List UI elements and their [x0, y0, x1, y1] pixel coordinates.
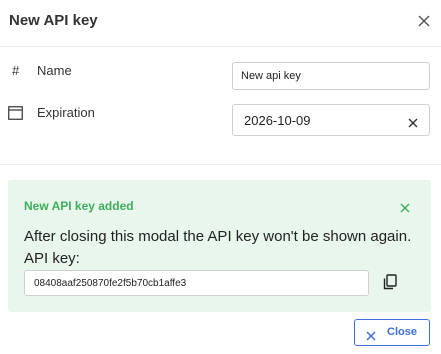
close-icon[interactable]: [417, 14, 431, 28]
hash-icon: #: [12, 63, 20, 78]
close-button[interactable]: Close: [354, 319, 430, 346]
expiration-value: 2026-10-09: [244, 113, 311, 128]
name-field[interactable]: [232, 62, 430, 90]
calendar-icon: [8, 106, 23, 123]
modal-title: New API key: [9, 12, 98, 29]
close-icon: [366, 328, 376, 341]
name-input[interactable]: [233, 64, 421, 88]
api-key-field[interactable]: [24, 270, 369, 296]
expiration-label: Expiration: [37, 105, 95, 120]
api-key-input[interactable]: [25, 272, 364, 294]
success-alert: New API key added After closing this mod…: [8, 180, 431, 312]
expiration-field[interactable]: 2026-10-09: [232, 104, 430, 136]
close-button-label: Close: [387, 326, 417, 338]
modal-header: New API key: [0, 0, 441, 47]
alert-title: New API key added: [24, 199, 134, 213]
api-key-label: API key:: [24, 250, 80, 267]
alert-message: After closing this modal the API key won…: [24, 228, 412, 245]
api-key-modal: New API key # Name Expiration 2026-10-09: [0, 0, 441, 354]
divider: [0, 164, 441, 165]
name-label: Name: [37, 63, 72, 78]
copy-icon[interactable]: [383, 274, 397, 290]
alert-close-icon[interactable]: [400, 200, 410, 213]
clear-date-icon[interactable]: [408, 115, 418, 128]
